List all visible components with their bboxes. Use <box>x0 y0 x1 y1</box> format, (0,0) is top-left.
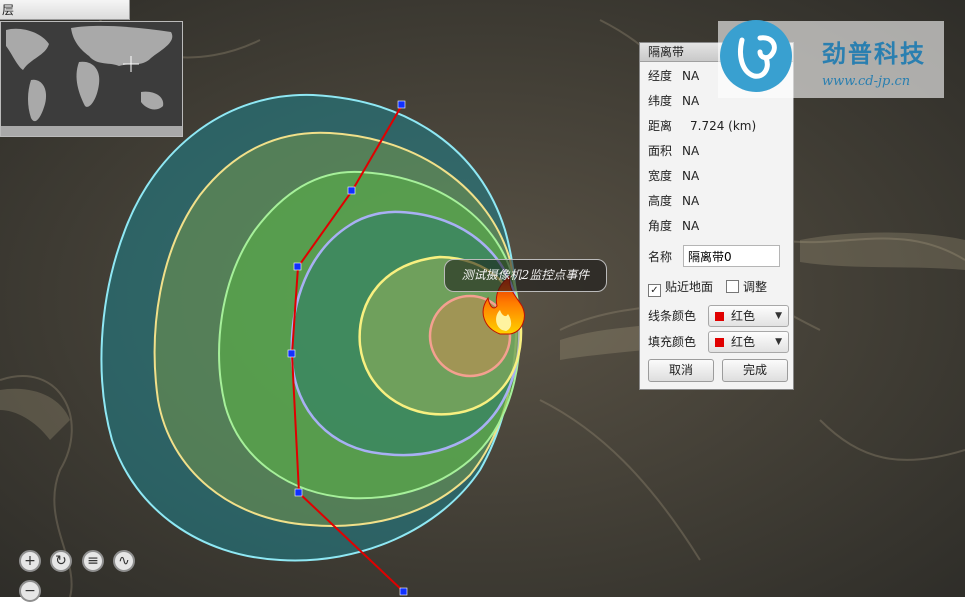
overview-minimap[interactable] <box>0 21 183 137</box>
field-label: 经度 <box>648 69 673 83</box>
field-label: 纬度 <box>648 94 673 108</box>
logo-mark-icon <box>720 20 792 92</box>
line-color-value: 红色 <box>731 309 756 323</box>
field-longitude: 经度 NA <box>648 67 699 85</box>
world-map-image <box>1 22 182 136</box>
name-label: 名称 <box>648 250 673 264</box>
logo-url: www.cd-jp.cn <box>822 74 911 89</box>
checkbox-checked-icon: ✓ <box>648 284 661 297</box>
line-vertex-handle[interactable] <box>347 186 356 195</box>
field-label: 面积 <box>648 144 673 158</box>
fill-color-value: 红色 <box>731 335 756 349</box>
field-value: NA <box>682 219 700 233</box>
line-vertex-handle[interactable] <box>399 587 408 596</box>
fill-color-select[interactable]: 红色 ▼ <box>708 331 789 353</box>
layer-tab-label: 层 <box>2 3 15 17</box>
logo-name: 劲普科技 <box>822 39 926 68</box>
rotate-icon[interactable]: ↻ <box>50 550 72 572</box>
checkbox-empty-icon <box>726 280 739 293</box>
field-value: NA <box>682 169 700 183</box>
zoom-in-icon[interactable]: + <box>19 550 41 572</box>
cancel-button[interactable]: 取消 <box>648 359 714 382</box>
line-color-select[interactable]: 红色 ▼ <box>708 305 789 327</box>
field-value: NA <box>682 94 700 108</box>
chevron-down-icon: ▼ <box>775 311 782 321</box>
red-swatch-icon <box>715 338 724 347</box>
field-width: 宽度 NA <box>648 167 699 185</box>
adjust-checkbox[interactable]: 调整 <box>726 279 767 295</box>
line-vertex-handle[interactable] <box>397 100 406 109</box>
field-latitude: 纬度 NA <box>648 92 699 110</box>
field-distance: 距离 7.724 (km) <box>648 117 756 135</box>
layer-panel-tab[interactable]: 层 <box>0 0 130 20</box>
line-vertex-handle[interactable] <box>293 262 302 271</box>
field-value: NA <box>682 69 700 83</box>
done-button[interactable]: 完成 <box>722 359 788 382</box>
company-logo: 劲普科技 www.cd-jp.cn <box>718 20 944 98</box>
red-swatch-icon <box>715 312 724 321</box>
field-label: 高度 <box>648 194 673 208</box>
event-callout-text: 测试摄像机2监控点事件 <box>461 268 590 282</box>
field-value: NA <box>682 194 700 208</box>
field-label: 宽度 <box>648 169 673 183</box>
field-angle: 角度 NA <box>648 217 699 235</box>
field-area: 面积 NA <box>648 142 699 160</box>
name-input[interactable] <box>683 245 780 267</box>
terrain-icon[interactable]: ∿ <box>113 550 135 572</box>
field-value: 7.724 (km) <box>690 119 757 133</box>
fill-color-label: 填充颜色 <box>648 335 697 349</box>
line-color-label: 线条颜色 <box>648 309 697 323</box>
adjust-label: 调整 <box>743 280 768 294</box>
field-label: 距离 <box>648 119 673 133</box>
zoom-out-icon[interactable]: − <box>19 580 41 602</box>
snap-ground-checkbox[interactable]: ✓ 贴近地面 <box>648 279 714 297</box>
field-value: NA <box>682 144 700 158</box>
line-vertex-handle[interactable] <box>294 488 303 497</box>
field-label: 角度 <box>648 219 673 233</box>
snap-ground-label: 贴近地面 <box>665 280 714 294</box>
event-callout[interactable]: 测试摄像机2监控点事件 <box>444 259 607 292</box>
line-vertex-handle[interactable] <box>287 349 296 358</box>
layers-icon[interactable]: ≡ <box>82 550 104 572</box>
chevron-down-icon: ▼ <box>775 337 782 347</box>
field-height: 高度 NA <box>648 192 699 210</box>
